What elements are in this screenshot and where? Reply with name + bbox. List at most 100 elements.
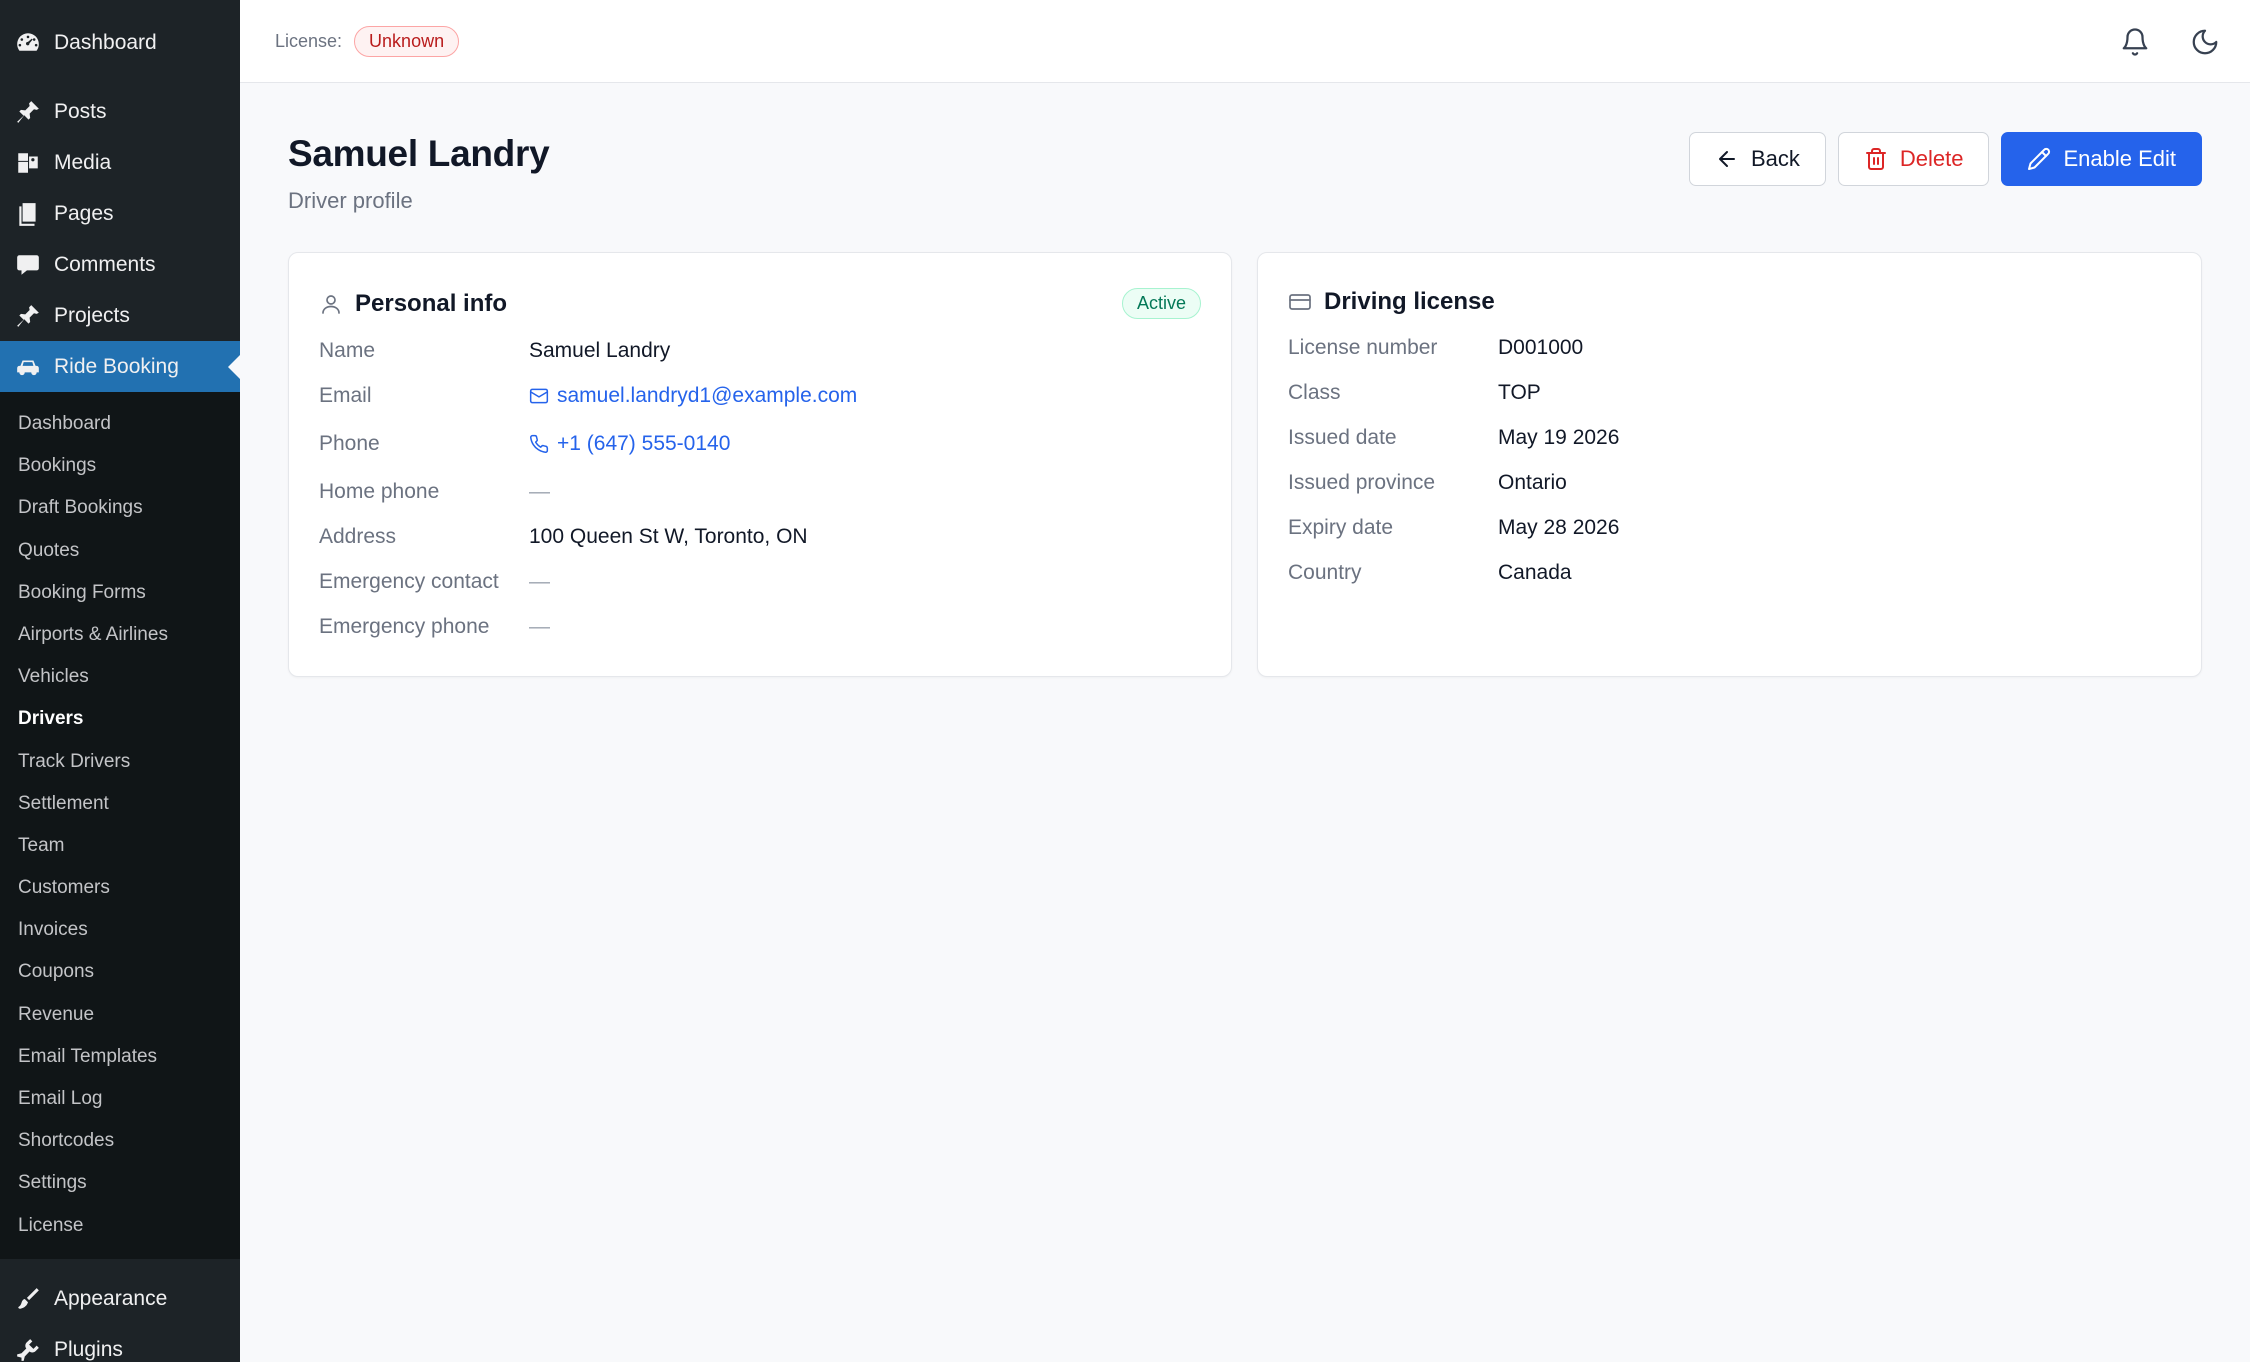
field-value: TOP xyxy=(1498,381,1541,404)
pages-icon xyxy=(14,200,41,227)
menu-label: Projects xyxy=(54,303,130,327)
car-icon xyxy=(14,353,41,380)
field-value: May 28 2026 xyxy=(1498,516,1620,539)
field-label: License number xyxy=(1288,336,1438,359)
submenu-item[interactable]: Revenue xyxy=(0,994,240,1036)
license-row-class: Class TOP xyxy=(1288,381,1541,405)
submenu-item[interactable]: Track Drivers xyxy=(0,741,240,783)
field-label: Country xyxy=(1288,561,1362,584)
enable-edit-button[interactable]: Enable Edit xyxy=(2001,132,2202,186)
id-card-icon xyxy=(1288,290,1312,314)
top-icons xyxy=(2118,0,2222,83)
pencil-icon xyxy=(2028,147,2051,170)
info-row-address: Address 100 Queen St W, Toronto, ON xyxy=(319,525,808,549)
submenu-item[interactable]: Vehicles xyxy=(0,656,240,698)
field-value: — xyxy=(529,480,550,503)
field-value: Canada xyxy=(1498,561,1572,584)
phone-icon xyxy=(529,434,549,454)
email-link[interactable]: samuel.landryd1@example.com xyxy=(529,384,857,408)
field-value: — xyxy=(529,615,550,638)
menu-pages[interactable]: Pages xyxy=(0,188,240,239)
menu-media[interactable]: Media xyxy=(0,137,240,188)
personal-info-card: Personal info Active Name Samuel Landry … xyxy=(288,252,1232,677)
submenu-item[interactable]: Email Templates xyxy=(0,1036,240,1078)
menu-appearance[interactable]: Appearance xyxy=(0,1274,240,1325)
user-icon xyxy=(319,292,343,316)
license-row-issued-province: Issued province Ontario xyxy=(1288,471,1567,495)
comment-icon xyxy=(14,251,41,278)
submenu-item-drivers[interactable]: Drivers xyxy=(0,698,240,740)
page-subtitle: Driver profile xyxy=(288,188,413,213)
plugin-icon xyxy=(14,1337,41,1362)
status-badge: Active xyxy=(1121,288,1201,319)
submenu-item[interactable]: Customers xyxy=(0,867,240,909)
license-status-badge: Unknown xyxy=(354,25,460,57)
field-value: 100 Queen St W, Toronto, ON xyxy=(529,525,808,548)
driving-license-card: Driving license License number D001000 C… xyxy=(1257,252,2202,677)
license-row-issued-date: Issued date May 19 2026 xyxy=(1288,426,1619,450)
menu-projects[interactable]: Projects xyxy=(0,290,240,341)
menu-label: Plugins xyxy=(54,1338,123,1362)
back-button[interactable]: Back xyxy=(1688,132,1826,186)
submenu-item[interactable]: Team xyxy=(0,825,240,867)
delete-label: Delete xyxy=(1899,146,1964,171)
admin-sidebar: Dashboard Posts Media Pages Comments Pro… xyxy=(0,0,240,1362)
phone-value: +1 (647) 555-0140 xyxy=(557,432,731,455)
submenu-item[interactable]: Airports & Airlines xyxy=(0,614,240,656)
submenu-item[interactable]: Coupons xyxy=(0,951,240,993)
field-label: Expiry date xyxy=(1288,516,1394,539)
submenu-item[interactable]: Shortcodes xyxy=(0,1120,240,1162)
trash-icon xyxy=(1865,148,1886,170)
info-row-email: Email samuel.landryd1@example.com xyxy=(319,384,857,408)
bell-icon[interactable] xyxy=(2118,25,2152,59)
submenu-item[interactable]: Dashboard xyxy=(0,403,240,445)
field-label: Issued province xyxy=(1288,471,1436,494)
info-row-phone: Phone +1 (647) 555-0140 xyxy=(319,432,730,456)
field-label: Email xyxy=(319,384,372,407)
driving-license-header: Driving license xyxy=(1288,288,2171,316)
field-label: Issued date xyxy=(1288,426,1397,449)
field-value: — xyxy=(529,570,550,593)
menu-dashboard[interactable]: Dashboard xyxy=(0,17,240,68)
field-label: Emergency contact xyxy=(319,570,499,593)
delete-button[interactable]: Delete xyxy=(1837,132,1990,186)
dashboard-icon xyxy=(14,29,41,56)
license-label: License: xyxy=(275,30,343,51)
license-row-country: Country Canada xyxy=(1288,561,1572,585)
phone-link[interactable]: +1 (647) 555-0140 xyxy=(529,432,730,456)
field-value: May 19 2026 xyxy=(1498,426,1620,449)
page-title: Samuel Landry xyxy=(288,133,550,174)
submenu-item[interactable]: License xyxy=(0,1205,240,1247)
field-label: Phone xyxy=(319,432,380,455)
license-row-number: License number D001000 xyxy=(1288,336,1583,360)
pin-icon xyxy=(14,98,41,125)
field-label: Home phone xyxy=(319,480,440,503)
submenu-item[interactable]: Draft Bookings xyxy=(0,487,240,529)
moon-icon[interactable] xyxy=(2188,25,2222,59)
enable-edit-label: Enable Edit xyxy=(2063,146,2176,171)
field-label: Class xyxy=(1288,381,1341,404)
submenu-item[interactable]: Settlement xyxy=(0,783,240,825)
page-actions: Back Delete Enable Edit xyxy=(1688,132,2202,186)
field-value: Ontario xyxy=(1498,471,1567,494)
media-icon xyxy=(14,149,41,176)
field-value: D001000 xyxy=(1498,336,1584,359)
info-row-name: Name Samuel Landry xyxy=(319,339,670,363)
submenu-item[interactable]: Settings xyxy=(0,1162,240,1204)
back-label: Back xyxy=(1750,146,1800,171)
submenu-item[interactable]: Invoices xyxy=(0,909,240,951)
pin-icon xyxy=(14,302,41,329)
submenu-item[interactable]: Bookings xyxy=(0,445,240,487)
field-value: Samuel Landry xyxy=(529,339,671,362)
license-row-expiry-date: Expiry date May 28 2026 xyxy=(1288,516,1619,540)
menu-label: Dashboard xyxy=(54,30,157,54)
brush-icon xyxy=(14,1286,41,1313)
submenu-item[interactable]: Email Log xyxy=(0,1078,240,1120)
menu-plugins[interactable]: Plugins xyxy=(0,1325,240,1362)
submenu-item[interactable]: Quotes xyxy=(0,530,240,572)
submenu-item[interactable]: Booking Forms xyxy=(0,572,240,614)
menu-posts[interactable]: Posts xyxy=(0,86,240,137)
menu-comments[interactable]: Comments xyxy=(0,239,240,290)
menu-ride-booking[interactable]: Ride Booking xyxy=(0,341,240,392)
ride-booking-submenu: Dashboard Bookings Draft Bookings Quotes… xyxy=(0,392,240,1259)
